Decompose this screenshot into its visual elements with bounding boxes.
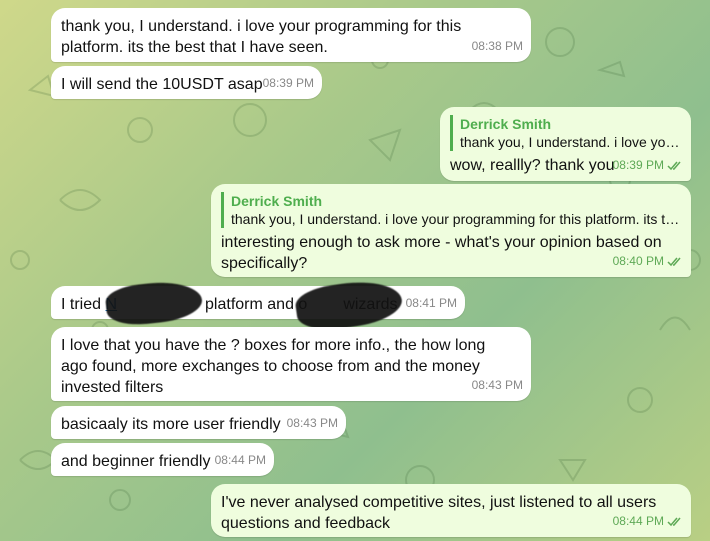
reply-author: Derrick Smith (231, 193, 323, 209)
message-timestamp: 08:38 PM (471, 39, 523, 53)
message-text: thank you, I understand. i love your pro… (61, 18, 462, 56)
double-check-icon (667, 161, 683, 171)
double-check-icon (667, 517, 683, 527)
message-timestamp: 08:43 PM (471, 378, 523, 392)
message-bubble-outgoing[interactable]: Derrick Smith thank you, I understand. i… (440, 107, 691, 181)
message-timestamp: 08:39 PM (613, 155, 683, 176)
reply-author: Derrick Smith (460, 116, 552, 132)
message-timestamp: 08:44 PM (214, 453, 266, 467)
message-bubble-incoming[interactable]: thank you, I understand. i love your pro… (51, 8, 531, 62)
reply-quote[interactable]: Derrick Smith thank you, I understand. i… (450, 115, 681, 151)
message-text: I've never analysed competitive sites, j… (221, 494, 657, 532)
reply-snippet: thank you, I understand. i love you… (460, 134, 681, 150)
message-timestamp: 08:41 PM (405, 296, 457, 310)
message-bubble-incoming[interactable]: basicaaly its more user friendly 08:43 P… (51, 406, 346, 439)
redaction-scribble (293, 275, 405, 335)
message-bubble-incoming[interactable]: I love that you have the ? boxes for mor… (51, 327, 531, 401)
reply-snippet: thank you, I understand. i love your pro… (231, 211, 680, 227)
message-bubble-incoming[interactable]: and beginner friendly 08:44 PM (51, 443, 274, 476)
reply-quote[interactable]: Derrick Smith thank you, I understand. i… (221, 192, 681, 228)
message-bubble-outgoing[interactable]: Derrick Smith thank you, I understand. i… (211, 184, 691, 277)
message-text: interesting enough to ask more - what's … (221, 234, 662, 272)
message-timestamp: 08:39 PM (262, 76, 314, 90)
message-bubble-incoming[interactable]: I will send the 10USDT asap 08:39 PM (51, 66, 322, 99)
message-timestamp: 08:43 PM (286, 416, 338, 430)
message-timestamp: 08:40 PM (613, 251, 683, 272)
double-check-icon (667, 257, 683, 267)
message-bubble-outgoing[interactable]: I've never analysed competitive sites, j… (211, 484, 691, 537)
message-text: I love that you have the ? boxes for mor… (61, 337, 486, 396)
message-timestamp: 08:44 PM (613, 511, 683, 532)
